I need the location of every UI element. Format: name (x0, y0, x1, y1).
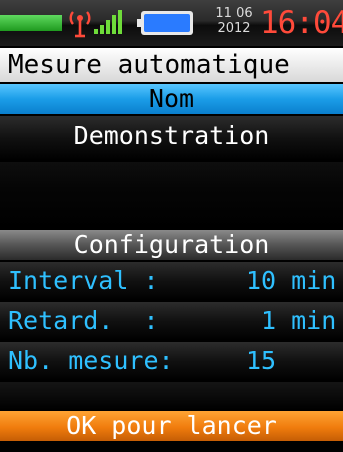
start-button[interactable]: OK pour lancer (0, 411, 343, 441)
page-title: Mesure automatique (8, 50, 290, 80)
status-time: 16:04 (260, 5, 343, 41)
date-day-month: 11 06 (215, 6, 253, 21)
name-value-row[interactable]: Demonstration (0, 116, 343, 160)
config-row-interval[interactable]: Interval : 10 min (0, 262, 343, 300)
nb-mesure-value: 15 (246, 346, 277, 375)
config-row-retard[interactable]: Retard. : 1 min (0, 302, 343, 340)
status-indicator-bar (0, 15, 62, 31)
config-empty-row (0, 382, 343, 410)
nb-mesure-label: Nb. mesure: (8, 346, 174, 375)
date-year: 2012 (217, 21, 251, 36)
signal-strength-icon (94, 10, 122, 34)
interval-value: 10 min (246, 266, 337, 295)
configuration-header: Configuration (0, 230, 343, 260)
name-header: Nom (0, 84, 343, 114)
status-bar: 11 06 2012 16:04 (0, 0, 343, 46)
antenna-icon (69, 11, 91, 38)
empty-row (0, 162, 343, 228)
title-bar: Mesure automatique (0, 48, 343, 82)
device-screen: 11 06 2012 16:04 Mesure automatique Nom … (0, 0, 343, 452)
name-value: Demonstration (73, 121, 270, 150)
interval-label: Interval : (8, 266, 159, 295)
retard-label: Retard. : (8, 306, 159, 335)
bottom-strip (0, 442, 343, 452)
config-row-nb-mesure[interactable]: Nb. mesure: 15 (0, 342, 343, 380)
retard-value: 1 min (261, 306, 337, 335)
status-date: 11 06 2012 (210, 6, 258, 36)
battery-icon (137, 11, 193, 35)
